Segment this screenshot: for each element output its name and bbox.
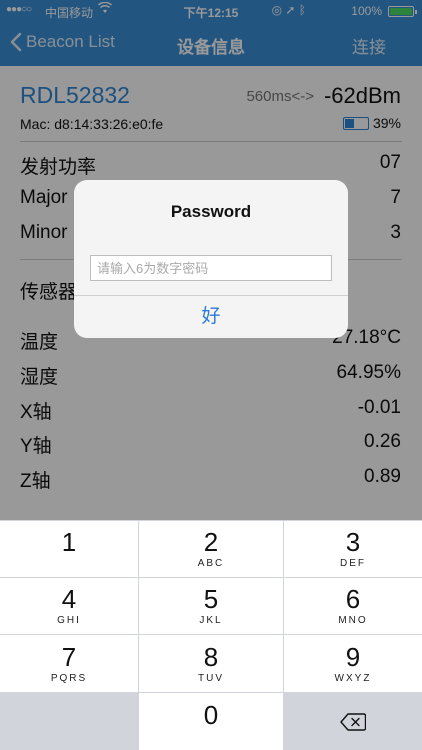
key-digit: 4: [61, 584, 77, 614]
key-6[interactable]: 6 MNO: [284, 578, 422, 634]
key-digit: 9: [345, 641, 361, 672]
delete-key[interactable]: [284, 693, 422, 750]
password-dialog: Password 好: [74, 180, 348, 338]
key-digit: 2: [203, 527, 219, 557]
key-digit: 8: [203, 641, 219, 672]
password-input[interactable]: [90, 255, 332, 281]
key-digit: 3: [345, 527, 361, 557]
key-letters: GHI: [57, 615, 81, 626]
key-3[interactable]: 3 DEF: [284, 521, 422, 577]
key-7[interactable]: 7 PQRS: [0, 635, 138, 692]
key-8[interactable]: 8 TUV: [139, 635, 283, 692]
key-1[interactable]: 1: [0, 521, 138, 577]
key-digit: 7: [61, 641, 77, 672]
key-blank: [0, 693, 138, 750]
key-2[interactable]: 2 ABC: [139, 521, 283, 577]
key-letters: JKL: [199, 615, 223, 626]
key-letters: MNO: [338, 615, 368, 626]
key-4[interactable]: 4 GHI: [0, 578, 138, 634]
dialog-title: Password: [170, 202, 252, 221]
key-letters: DEF: [340, 558, 366, 569]
backspace-icon: [340, 712, 366, 731]
key-digit: 6: [345, 584, 361, 614]
ok-button[interactable]: 好: [74, 296, 348, 338]
key-letters: WXYZ: [334, 672, 372, 684]
numeric-keypad: 1 2 ABC 3 DEF 4 GHI 5 JKL 6 MNO 7 PQRS 8…: [0, 520, 422, 750]
key-letters: TUV: [198, 672, 224, 684]
key-9[interactable]: 9 WXYZ: [284, 635, 422, 692]
key-letters: ABC: [197, 558, 225, 569]
key-digit: 5: [203, 584, 219, 614]
key-0[interactable]: 0: [139, 693, 283, 750]
key-letters: PQRS: [50, 672, 88, 684]
key-5[interactable]: 5 JKL: [139, 578, 283, 634]
key-digit: 0: [203, 699, 219, 730]
key-digit: 1: [61, 527, 77, 557]
